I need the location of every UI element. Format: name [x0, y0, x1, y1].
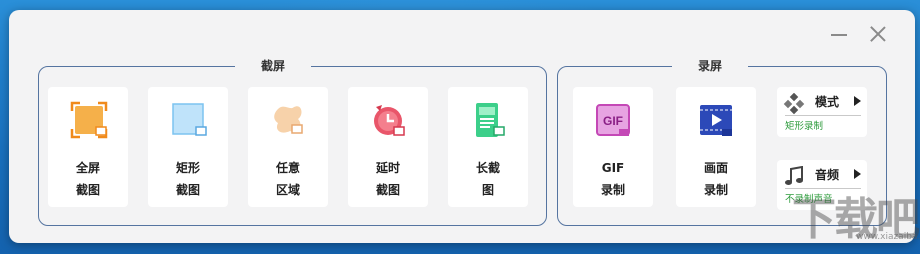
- label-line: 任意: [275, 161, 300, 175]
- record-mode-selector[interactable]: 模式 矩形录制: [777, 87, 867, 137]
- music-note-icon: [785, 166, 803, 185]
- mode-label: 模式: [815, 95, 840, 109]
- divider: [785, 115, 861, 116]
- label-line: 图: [481, 183, 494, 197]
- fullscreen-capture-button[interactable]: 全屏 截图: [48, 87, 128, 207]
- close-icon[interactable]: [868, 24, 888, 44]
- label-line: 录制: [600, 183, 625, 197]
- delayed-capture-button[interactable]: 延时 截图: [348, 87, 428, 207]
- mode-value: 矩形录制: [785, 121, 824, 132]
- record-group-title: 录屏: [672, 58, 749, 74]
- label-line: 长截: [475, 161, 500, 175]
- fullscreen-capture-icon: [70, 101, 108, 139]
- screenshot-group: 截屏 全屏 截图 矩形 截图 任意 区域 延时 截图 长截 图: [38, 58, 547, 226]
- svg-text:GIF: GIF: [603, 114, 623, 128]
- label-line: 全屏: [75, 161, 100, 175]
- freeform-capture-icon: [274, 106, 303, 134]
- mode-arrow-icon[interactable]: [854, 96, 861, 106]
- screen-record-label: 画面 录制: [676, 157, 756, 201]
- label-line: 截图: [175, 183, 200, 197]
- rectangle-capture-button[interactable]: 矩形 截图: [148, 87, 228, 207]
- label-line: 截图: [375, 183, 400, 197]
- long-capture-icon: [476, 103, 505, 137]
- gif-record-icon: GIF: [596, 104, 630, 136]
- divider: [785, 188, 861, 189]
- label-line: 截图: [75, 183, 100, 197]
- rectangle-capture-label: 矩形 截图: [148, 157, 228, 201]
- long-capture-button[interactable]: 长截 图: [448, 87, 528, 207]
- screen-record-icon: [700, 105, 732, 136]
- delayed-capture-icon: [374, 105, 405, 136]
- minimize-icon[interactable]: [829, 24, 849, 44]
- freeform-capture-label: 任意 区域: [248, 157, 328, 201]
- fullscreen-capture-label: 全屏 截图: [48, 157, 128, 201]
- label-line: 区域: [275, 183, 300, 197]
- screenshot-group-title: 截屏: [235, 58, 312, 74]
- audio-label: 音频: [815, 168, 840, 182]
- delayed-capture-label: 延时 截图: [348, 157, 428, 201]
- label-line: GIF: [601, 161, 625, 175]
- audio-arrow-icon[interactable]: [854, 169, 861, 179]
- label-line: 矩形: [175, 161, 200, 175]
- rectangle-capture-icon: [172, 103, 207, 136]
- freeform-capture-button[interactable]: 任意 区域: [248, 87, 328, 207]
- gif-record-label: GIF 录制: [573, 157, 653, 201]
- label-line: 画面: [703, 161, 728, 175]
- mode-diamond-icon: [783, 93, 805, 115]
- label-line: 延时: [375, 161, 400, 175]
- label-line: 录制: [703, 183, 728, 197]
- gif-record-button[interactable]: GIF GIF 录制: [573, 87, 653, 207]
- capture-toolbar-window: 截屏 全屏 截图 矩形 截图 任意 区域 延时 截图 长截 图 录屏 GIF G…: [9, 10, 915, 243]
- long-capture-label: 长截 图: [448, 157, 528, 201]
- watermark-url: www.xiazaiba.com: [856, 232, 920, 242]
- screen-record-button[interactable]: 画面 录制: [676, 87, 756, 207]
